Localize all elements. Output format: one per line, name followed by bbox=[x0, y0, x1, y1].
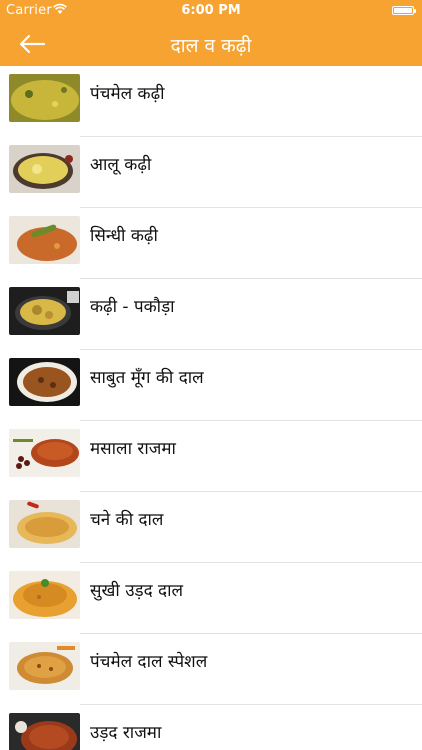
recipe-name: आलू कढ़ी bbox=[90, 155, 152, 175]
page-title: दाल व कढ़ी bbox=[170, 35, 252, 57]
status-bar: Carrier 6:00 PM bbox=[0, 0, 422, 22]
recipe-name: पंचमेल दाल स्पेशल bbox=[90, 652, 208, 672]
recipe-thumbnail bbox=[9, 429, 80, 477]
recipe-name: साबुत मूँग की दाल bbox=[90, 368, 204, 388]
list-item[interactable]: कढ़ी - पकौड़ा bbox=[0, 279, 422, 350]
recipe-thumbnail bbox=[9, 358, 80, 406]
recipe-thumbnail bbox=[9, 216, 80, 264]
list-item[interactable]: सुखी उड़द दाल bbox=[0, 563, 422, 634]
recipe-thumbnail bbox=[9, 642, 80, 690]
arrow-left-icon bbox=[19, 34, 46, 54]
recipe-thumbnail bbox=[9, 713, 80, 750]
list-item[interactable]: आलू कढ़ी bbox=[0, 137, 422, 208]
clock: 6:00 PM bbox=[181, 3, 241, 18]
list-item[interactable]: उड़द राजमा bbox=[0, 705, 422, 750]
recipe-name: पंचमेल कढ़ी bbox=[90, 84, 165, 104]
list-item[interactable]: सिन्धी कढ़ी bbox=[0, 208, 422, 279]
recipe-thumbnail bbox=[9, 287, 80, 335]
recipe-thumbnail bbox=[9, 500, 80, 548]
recipe-thumbnail bbox=[9, 74, 80, 122]
recipe-name: चने की दाल bbox=[90, 510, 164, 530]
list-item[interactable]: पंचमेल कढ़ी bbox=[0, 66, 422, 137]
recipe-name: मसाला राजमा bbox=[90, 439, 176, 459]
recipe-list[interactable]: पंचमेल कढ़ी आलू कढ़ी सिन्धी कढ़ी कढ़ी - … bbox=[0, 66, 422, 750]
recipe-name: उड़द राजमा bbox=[90, 723, 162, 743]
back-button[interactable] bbox=[14, 29, 50, 59]
list-item[interactable]: साबुत मूँग की दाल bbox=[0, 350, 422, 421]
list-item[interactable]: चने की दाल bbox=[0, 492, 422, 563]
list-item[interactable]: मसाला राजमा bbox=[0, 421, 422, 492]
battery-icon bbox=[392, 6, 416, 15]
recipe-name: सिन्धी कढ़ी bbox=[90, 226, 158, 246]
recipe-thumbnail bbox=[9, 571, 80, 619]
recipe-thumbnail bbox=[9, 145, 80, 193]
recipe-name: सुखी उड़द दाल bbox=[90, 581, 184, 601]
recipe-name: कढ़ी - पकौड़ा bbox=[90, 297, 175, 317]
list-item[interactable]: पंचमेल दाल स्पेशल bbox=[0, 634, 422, 705]
header: Carrier 6:00 PM दाल व कढ़ी bbox=[0, 0, 422, 66]
navigation-bar: दाल व कढ़ी bbox=[0, 22, 422, 66]
